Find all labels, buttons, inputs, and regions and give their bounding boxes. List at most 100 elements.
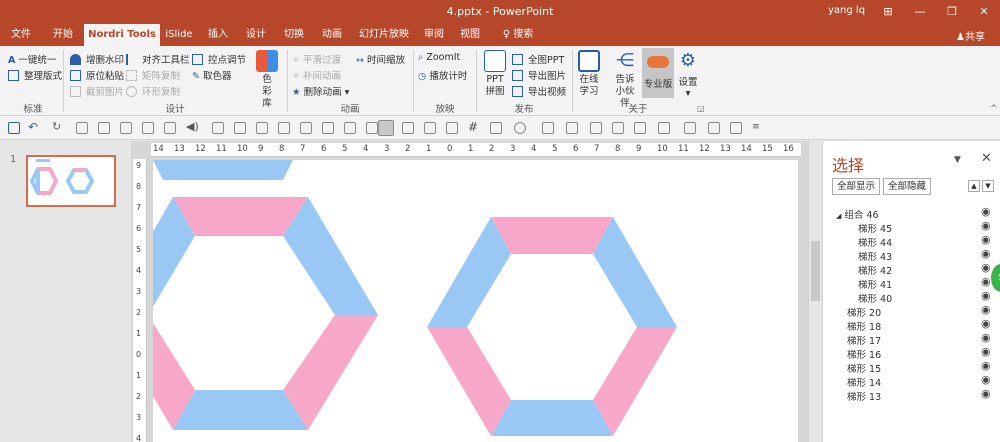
tool-icon[interactable]	[234, 122, 246, 134]
tell-me-search[interactable]: ♀ 搜索	[494, 24, 542, 46]
trapezoid-shape[interactable]	[593, 327, 677, 436]
trapezoid-shape[interactable]	[427, 327, 511, 436]
eye-icon[interactable]: ◉	[981, 317, 991, 330]
list-item[interactable]: 梯形 20	[847, 305, 881, 319]
play-timer-button[interactable]: ◷ 播放计时	[418, 68, 467, 82]
close-button[interactable]: ✕	[972, 3, 996, 21]
eye-icon[interactable]: ◉	[981, 247, 991, 260]
tool-icon[interactable]	[76, 122, 88, 134]
shape-icon[interactable]	[514, 122, 526, 134]
vertical-scrollbar[interactable]	[808, 141, 822, 442]
move-down-icon[interactable]: ▼	[982, 180, 994, 192]
tool-icon[interactable]	[212, 122, 224, 134]
floating-badge[interactable]: 5	[991, 264, 1000, 292]
eye-icon[interactable]: ◉	[981, 303, 991, 316]
dialog-launcher-icon[interactable]: ◲	[697, 104, 705, 113]
move-up-icon[interactable]: ▲	[968, 180, 980, 192]
handle-adjust-button[interactable]: 控点调节	[192, 52, 246, 66]
trapezoid-shape[interactable]	[491, 400, 613, 436]
eye-icon[interactable]: ◉	[981, 261, 991, 274]
time-scale-button[interactable]: ↔ 时间缩放	[356, 52, 405, 66]
save-icon[interactable]	[8, 122, 20, 134]
tab-design[interactable]: 设计	[238, 24, 274, 46]
customize-toolbar-icon[interactable]: ≡	[752, 122, 760, 132]
tidy-layout-button[interactable]: 整理版式	[8, 68, 62, 82]
tool-icon[interactable]	[402, 122, 414, 134]
eye-icon[interactable]: ◉	[981, 233, 991, 246]
hash-icon[interactable]: #	[468, 120, 478, 134]
tool-icon[interactable]	[658, 122, 670, 134]
eye-icon[interactable]: ◉	[981, 205, 991, 218]
trapezoid-shape[interactable]	[153, 160, 293, 180]
tool-icon[interactable]	[590, 122, 602, 134]
tool-icon[interactable]	[730, 122, 742, 134]
scrollbar-thumb[interactable]	[811, 241, 820, 301]
zoomit-button[interactable]: ⌕ ZoomIt	[418, 52, 460, 63]
restore-button[interactable]: ❐	[940, 3, 964, 21]
export-image-button[interactable]: 导出图片	[512, 68, 566, 82]
tool-icon[interactable]	[446, 122, 458, 134]
trapezoid-shape[interactable]	[427, 217, 511, 327]
tab-file[interactable]: 文件	[2, 24, 40, 46]
redo-icon[interactable]: ↻	[52, 120, 61, 133]
audio-icon[interactable]: ◀)	[186, 120, 199, 133]
matrix-copy-button[interactable]: 矩阵复制	[126, 68, 180, 82]
list-item[interactable]: 梯形 18	[847, 319, 881, 333]
list-item[interactable]: 梯形 14	[847, 375, 881, 389]
tab-insert[interactable]: 插入	[200, 24, 236, 46]
chevron-down-icon[interactable]: ▼	[954, 155, 961, 165]
crop-image-button[interactable]: 截剪图片	[70, 84, 124, 98]
color-picker-button[interactable]: ✎ 取色器	[192, 68, 232, 82]
list-item[interactable]: 梯形 13	[847, 389, 881, 403]
tool-icon[interactable]	[322, 122, 334, 134]
paste-in-place-button[interactable]: 原位粘贴	[70, 68, 124, 82]
tool-icon[interactable]	[612, 122, 624, 134]
eye-icon[interactable]: ◉	[981, 289, 991, 302]
delete-animation-button[interactable]: ★ 删除动画 ▾	[292, 84, 349, 98]
tab-home[interactable]: 开始	[44, 24, 82, 46]
undo-icon[interactable]: ↶	[28, 120, 38, 134]
ring-copy-button[interactable]: 环形复制	[126, 84, 180, 98]
tween-animation-button[interactable]: ✧ 补间动画	[292, 68, 341, 82]
smooth-transition-button[interactable]: ✧ 平滑过渡	[292, 52, 341, 66]
tool-icon[interactable]	[366, 122, 378, 134]
tab-animations[interactable]: 动画	[314, 24, 350, 46]
tool-icon[interactable]	[300, 122, 312, 134]
tool-icon[interactable]	[344, 122, 356, 134]
close-icon[interactable]: ✕	[981, 151, 992, 166]
ppt-collage-button[interactable]: PPT拼图	[481, 50, 509, 98]
tool-icon[interactable]	[424, 122, 436, 134]
list-item[interactable]: 梯形 41	[858, 277, 892, 291]
list-item-group[interactable]: ◢ 组合 46	[836, 207, 879, 221]
eye-icon[interactable]: ◉	[981, 331, 991, 344]
list-item[interactable]: 梯形 42	[858, 263, 892, 277]
unify-button[interactable]: A 一键统一	[8, 52, 56, 66]
slide-canvas[interactable]	[153, 160, 798, 442]
tab-transitions[interactable]: 切换	[276, 24, 312, 46]
eye-icon[interactable]: ◉	[981, 219, 991, 232]
trapezoid-shape[interactable]	[491, 217, 613, 254]
tool-icon[interactable]	[120, 122, 132, 134]
trapezoid-shape[interactable]	[593, 217, 677, 327]
tool-icon[interactable]	[634, 122, 646, 134]
tab-islide[interactable]: iSlide	[162, 24, 196, 46]
settings-button[interactable]: ⚙ 设置 ▾	[676, 50, 700, 99]
tool-icon[interactable]	[490, 122, 502, 134]
align-toolbar-button[interactable]: 对齐工具栏	[126, 52, 190, 66]
list-item[interactable]: 梯形 40	[858, 291, 892, 305]
minimize-button[interactable]: —	[908, 3, 932, 21]
tab-review[interactable]: 审阅	[416, 24, 452, 46]
tool-icon[interactable]	[708, 122, 720, 134]
list-item[interactable]: 梯形 45	[858, 221, 892, 235]
tab-slideshow[interactable]: 幻灯片放映	[354, 24, 414, 46]
tool-icon[interactable]	[256, 122, 268, 134]
online-learning-button[interactable]: 在线学习	[576, 50, 602, 98]
tool-icon[interactable]	[98, 122, 110, 134]
eye-icon[interactable]: ◉	[981, 275, 991, 288]
list-item[interactable]: 梯形 15	[847, 361, 881, 375]
export-video-button[interactable]: 导出视频	[512, 84, 566, 98]
share-button[interactable]: ♟共享	[956, 28, 985, 43]
eye-icon[interactable]: ◉	[981, 373, 991, 386]
list-item[interactable]: 梯形 17	[847, 333, 881, 347]
tab-nordri-tools[interactable]: Nordri Tools	[84, 24, 160, 46]
